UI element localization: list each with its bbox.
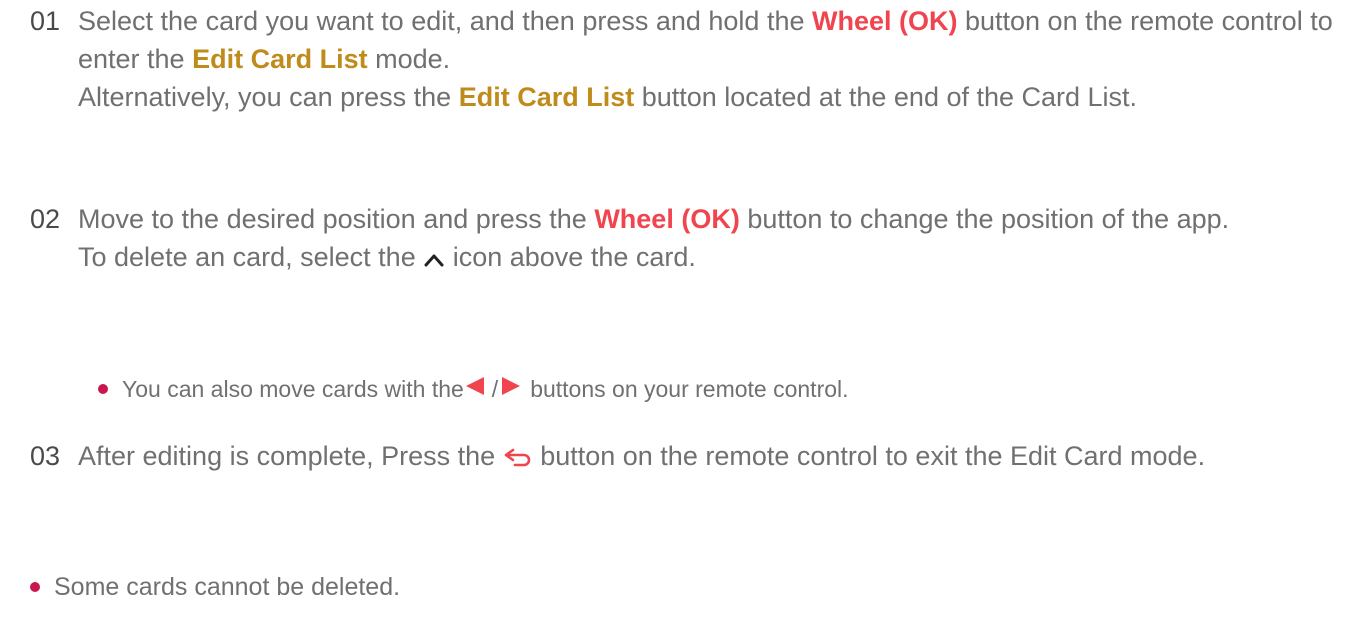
back-icon bbox=[503, 439, 533, 477]
step-number: 02 bbox=[30, 204, 61, 234]
step-number: 03 bbox=[30, 441, 61, 471]
arrow-left-icon bbox=[464, 370, 486, 408]
step-text: To delete an card, select the bbox=[78, 242, 424, 272]
note-text: Some cards cannot be deleted. bbox=[54, 573, 401, 601]
step-02: 02 Move to the desired position and pres… bbox=[30, 200, 1344, 278]
step-text: Alternatively, you can press the bbox=[78, 82, 459, 112]
step-text: icon above the card. bbox=[445, 242, 696, 272]
step-01: 01 Select the card you want to edit, and… bbox=[30, 2, 1344, 116]
step-text: Select the card you want to edit, and th… bbox=[78, 6, 812, 36]
tip-text: You can also move cards with the bbox=[122, 376, 464, 402]
step-01-text: Select the card you want to edit, and th… bbox=[78, 2, 1344, 78]
step-02-delete-text: To delete an card, select the icon above… bbox=[78, 238, 1344, 278]
step-01-alt-text: Alternatively, you can press the Edit Ca… bbox=[78, 78, 1344, 116]
step-text: button located at the end of the Card Li… bbox=[634, 82, 1138, 112]
chevron-up-icon bbox=[423, 240, 445, 278]
bullet-dot bbox=[30, 582, 40, 592]
tip-bullet: You can also move cards with the / butto… bbox=[98, 370, 849, 408]
step-03: 03 After editing is complete, Press the … bbox=[30, 437, 1344, 477]
step-03-text: After editing is complete, Press the but… bbox=[78, 437, 1344, 477]
arrow-right-icon bbox=[500, 370, 522, 408]
tip-text: buttons on your remote control. bbox=[530, 376, 849, 402]
step-text: After editing is complete, Press the bbox=[78, 441, 503, 471]
wheel-ok-label: Wheel (OK) bbox=[594, 204, 740, 234]
step-text: button to change the position of the app… bbox=[739, 204, 1230, 234]
step-body: After editing is complete, Press the but… bbox=[78, 437, 1344, 477]
slash-separator: / bbox=[491, 376, 499, 402]
step-body: Select the card you want to edit, and th… bbox=[78, 2, 1344, 116]
edit-card-list-label: Edit Card List bbox=[192, 44, 368, 74]
edit-card-list-label: Edit Card List bbox=[458, 82, 635, 112]
bullet-dot bbox=[98, 384, 108, 394]
step-text: Move to the desired position and press t… bbox=[78, 204, 595, 234]
instructions-page: 01 Select the card you want to edit, and… bbox=[0, 0, 1364, 619]
step-02-text: Move to the desired position and press t… bbox=[78, 200, 1344, 238]
wheel-ok-label: Wheel (OK) bbox=[811, 6, 958, 36]
step-number: 01 bbox=[30, 6, 61, 36]
step-body: Move to the desired position and press t… bbox=[78, 200, 1344, 278]
note-bullet: Some cards cannot be deleted. bbox=[30, 568, 400, 606]
step-text: button on the remote control to exit the… bbox=[532, 441, 1206, 471]
step-text: mode. bbox=[367, 44, 451, 74]
